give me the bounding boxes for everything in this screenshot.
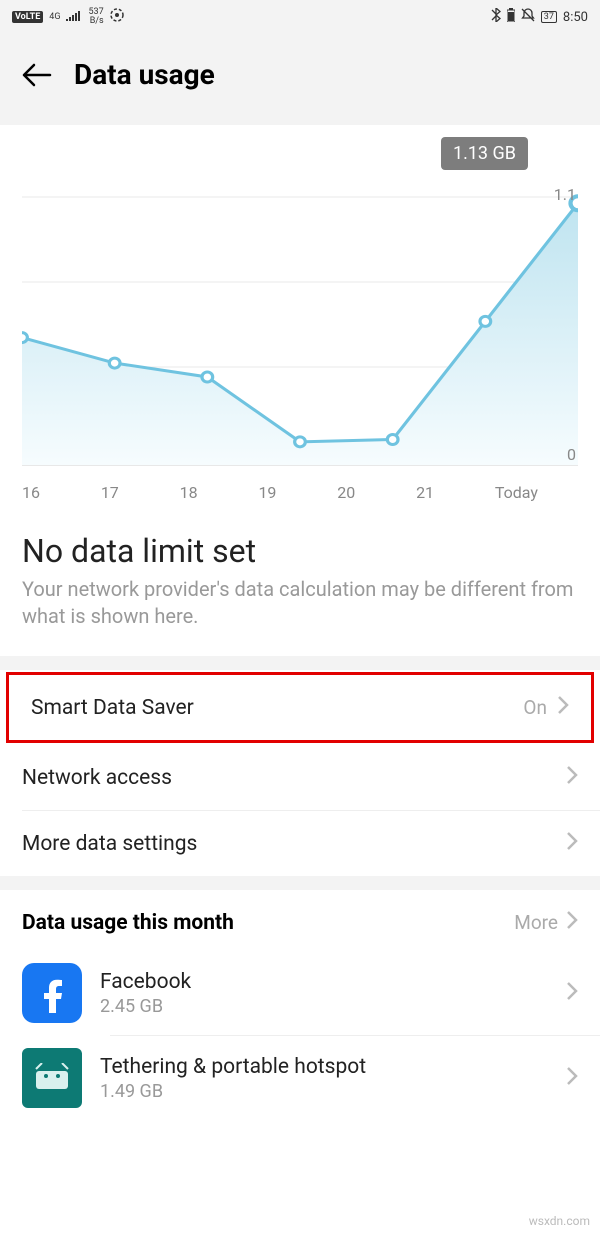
speed-indicator: 537 B/s — [88, 8, 103, 26]
chevron-right-icon — [566, 910, 578, 935]
chevron-right-icon — [566, 765, 578, 790]
signal-icon — [66, 9, 82, 25]
more-button[interactable]: More — [514, 910, 578, 935]
setting-label: Smart Data Saver — [31, 696, 194, 720]
chevron-right-icon — [557, 695, 569, 720]
network-access-row[interactable]: Network access — [0, 745, 600, 810]
volte-badge: VoLTE — [12, 11, 43, 23]
status-bar: VoLTE 4G 537 B/s 37 8:50 — [0, 0, 600, 34]
app-name: Tethering & portable hotspot — [100, 1055, 548, 1079]
clock: 8:50 — [563, 10, 588, 25]
smart-data-saver-row[interactable]: Smart Data Saver On — [9, 675, 591, 740]
data-saver-icon — [110, 8, 124, 26]
tethering-icon — [22, 1048, 82, 1108]
app-name: Facebook — [100, 970, 548, 994]
app-header: Data usage — [0, 34, 600, 125]
y-tick-low: 0 — [567, 445, 576, 464]
more-data-settings-row[interactable]: More data settings — [22, 810, 600, 876]
app-data: 1.49 GB — [100, 1081, 548, 1102]
limit-title: No data limit set — [0, 510, 600, 570]
setting-label: More data settings — [22, 832, 197, 856]
facebook-icon — [22, 963, 82, 1023]
watermark: wsxdn.com — [529, 1214, 590, 1228]
month-title: Data usage this month — [22, 911, 234, 935]
dnd-icon — [521, 8, 535, 26]
setting-value: On — [523, 696, 547, 719]
bluetooth-icon — [491, 8, 501, 26]
app-usage-row[interactable]: Facebook 2.45 GB — [0, 951, 600, 1035]
month-header: Data usage this month More — [0, 890, 600, 951]
app-data: 2.45 GB — [100, 996, 548, 1017]
x-axis-labels: 16 17 18 19 20 21 Today — [22, 477, 578, 502]
chevron-right-icon — [566, 831, 578, 856]
chevron-right-icon — [566, 981, 578, 1005]
battery-percent: 37 — [541, 11, 557, 23]
battery-icon-small — [507, 8, 515, 26]
y-tick-high: 1.1 — [554, 185, 576, 204]
app-usage-row[interactable]: Tethering & portable hotspot 1.49 GB — [110, 1035, 600, 1120]
back-button[interactable] — [22, 60, 52, 90]
highlight-box: Smart Data Saver On — [6, 672, 594, 743]
chevron-right-icon — [566, 1066, 578, 1090]
limit-subtitle: Your network provider's data calculation… — [0, 570, 600, 656]
network-indicator: 4G — [49, 13, 60, 22]
total-badge: 1.13 GB — [441, 137, 528, 170]
setting-label: Network access — [22, 766, 172, 790]
usage-chart: 1.13 GB 1.1 0 16 17 18 19 20 21 Today — [0, 125, 600, 510]
chart-svg — [22, 137, 578, 477]
page-title: Data usage — [74, 58, 215, 91]
arrow-left-icon — [22, 63, 52, 87]
